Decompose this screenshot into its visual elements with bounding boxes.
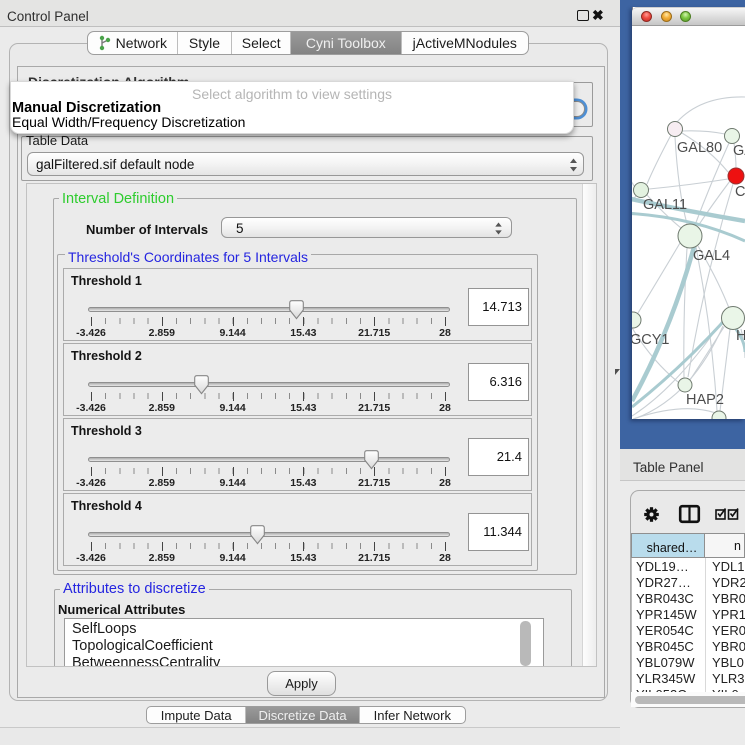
svg-text:GAL11: GAL11 [643,197,687,213]
svg-text:C: C [735,184,745,200]
svg-text:GAL80: GAL80 [677,140,722,156]
svg-text:GCY1: GCY1 [630,332,670,348]
svg-text:GA: GA [733,143,745,159]
svg-text:GAL4: GAL4 [693,248,730,264]
svg-text:HAP2: HAP2 [686,392,724,408]
svg-text:H: H [736,328,745,344]
